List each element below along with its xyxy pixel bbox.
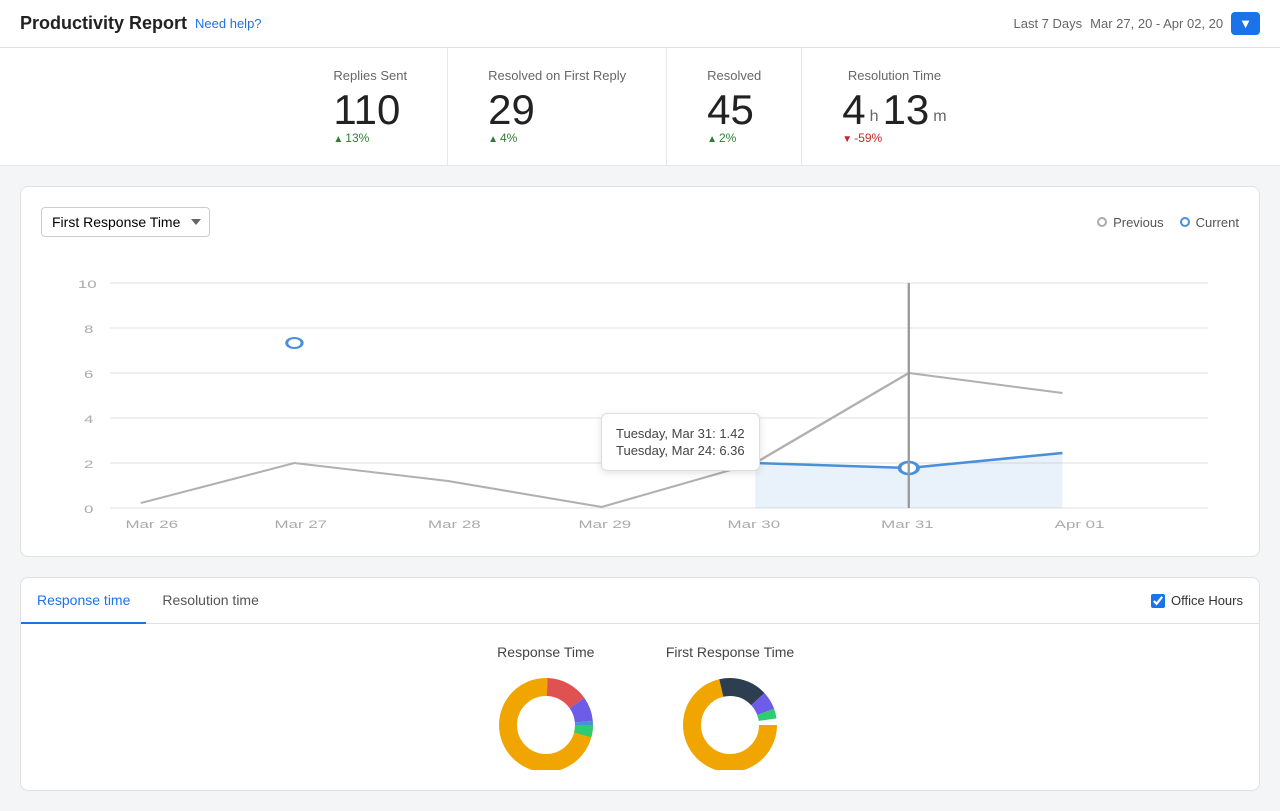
legend-previous: Previous <box>1097 215 1164 230</box>
chart-container[interactable]: 0 2 4 6 8 10 Mar 26 Mar 27 Mar 28 Mar 29… <box>41 253 1239 536</box>
chart-header: First Response Time Previous Current <box>41 207 1239 237</box>
svg-text:6: 6 <box>84 369 93 381</box>
stat-value-resolution: 4 h 13 m <box>842 89 946 131</box>
stat-label-resolution: Resolution Time <box>842 68 946 83</box>
donut-response-time: Response Time <box>486 644 606 770</box>
office-hours-label: Office Hours <box>1171 593 1243 608</box>
minutes-unit: m <box>933 109 946 125</box>
date-range: Last 7 Days Mar 27, 20 - Apr 02, 20 ▼ <box>1014 12 1261 35</box>
page-title: Productivity Report <box>20 13 187 34</box>
donut-title-first-response: First Response Time <box>666 644 794 660</box>
stat-label-resolved-first: Resolved on First Reply <box>488 68 626 83</box>
date-dropdown-button[interactable]: ▼ <box>1231 12 1260 35</box>
tabs-list: Response time Resolution time <box>21 578 275 623</box>
svg-text:Mar 28: Mar 28 <box>428 519 481 531</box>
svg-text:Mar 29: Mar 29 <box>579 519 632 531</box>
svg-text:Mar 30: Mar 30 <box>728 519 781 531</box>
svg-text:4: 4 <box>84 414 93 426</box>
stat-change-resolved: 2% <box>707 131 761 145</box>
chart-section: First Response Time Previous Current 0 2… <box>20 186 1260 557</box>
stat-change-resolved-first: 4% <box>488 131 626 145</box>
stat-value-replies: 110 <box>333 89 407 131</box>
donuts-section: Response Time First Response Time <box>20 624 1260 791</box>
date-range-text: Mar 27, 20 - Apr 02, 20 <box>1090 16 1223 31</box>
stat-resolved-first-reply: Resolved on First Reply 29 4% <box>448 48 667 165</box>
chart-legend: Previous Current <box>1097 215 1239 230</box>
svg-text:Mar 27: Mar 27 <box>274 519 327 531</box>
stat-resolved: Resolved 45 2% <box>667 48 802 165</box>
svg-text:0: 0 <box>84 504 93 516</box>
stat-change-replies: 13% <box>333 131 407 145</box>
stat-label-replies: Replies Sent <box>333 68 407 83</box>
stat-change-resolution: -59% <box>842 131 946 145</box>
arrow-up-icon-2 <box>488 131 498 145</box>
tab-response-time[interactable]: Response time <box>21 578 146 624</box>
tabs-container: Response time Resolution time Office Hou… <box>20 577 1260 624</box>
arrow-down-icon <box>842 131 852 145</box>
stat-value-resolved: 45 <box>707 89 761 131</box>
donut-title-response: Response Time <box>497 644 594 660</box>
legend-dot-current <box>1180 217 1190 227</box>
arrow-up-icon <box>333 131 343 145</box>
chart-metric-select[interactable]: First Response Time <box>41 207 210 237</box>
hours-unit: h <box>870 109 879 125</box>
svg-text:Mar 26: Mar 26 <box>125 519 178 531</box>
donut-first-response-time: First Response Time <box>666 644 794 770</box>
stat-replies-sent: Replies Sent 110 13% <box>293 48 448 165</box>
tab-resolution-time[interactable]: Resolution time <box>146 578 275 624</box>
tabs-header: Response time Resolution time Office Hou… <box>21 578 1259 624</box>
svg-text:Apr 01: Apr 01 <box>1055 519 1105 531</box>
stat-label-resolved: Resolved <box>707 68 761 83</box>
donut-svg-response <box>486 670 606 770</box>
office-hours-checkbox[interactable] <box>1151 594 1165 608</box>
svg-text:2: 2 <box>84 459 93 471</box>
stats-row: Replies Sent 110 13% Resolved on First R… <box>0 48 1280 166</box>
svg-text:8: 8 <box>84 324 93 336</box>
stat-resolution-time: Resolution Time 4 h 13 m -59% <box>802 48 986 165</box>
date-range-prefix: Last 7 Days <box>1014 16 1083 31</box>
svg-text:10: 10 <box>78 279 97 291</box>
office-hours-toggle[interactable]: Office Hours <box>1151 593 1259 608</box>
arrow-up-icon-3 <box>707 131 717 145</box>
legend-dot-previous <box>1097 217 1107 227</box>
legend-current: Current <box>1180 215 1239 230</box>
donut-svg-first-response <box>670 670 790 770</box>
svg-text:Mar 31: Mar 31 <box>881 519 934 531</box>
stat-value-resolved-first: 29 <box>488 89 626 131</box>
page-header: Productivity Report Need help? Last 7 Da… <box>0 0 1280 48</box>
help-link[interactable]: Need help? <box>195 16 262 31</box>
line-chart-svg: 0 2 4 6 8 10 Mar 26 Mar 27 Mar 28 Mar 29… <box>41 253 1239 533</box>
